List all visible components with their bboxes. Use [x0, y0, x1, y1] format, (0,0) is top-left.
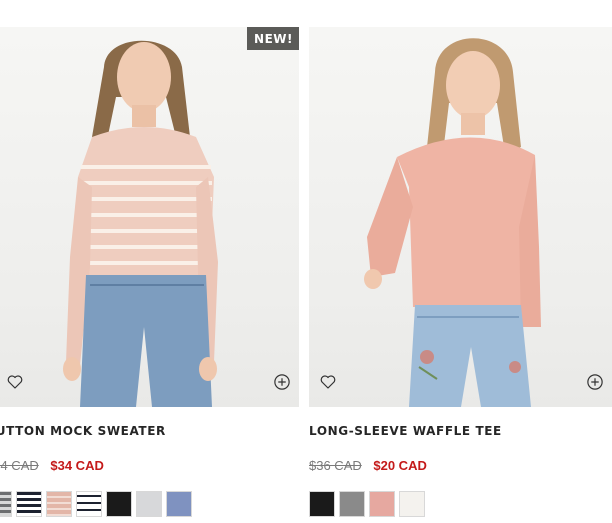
favorite-button[interactable] — [6, 373, 26, 393]
swatch-navy-stripe[interactable] — [16, 491, 42, 517]
original-price: $36 CAD — [309, 458, 362, 473]
sale-price: $34 CAD — [50, 458, 104, 473]
model-photo — [364, 38, 541, 407]
original-price: $64 CAD — [0, 458, 39, 473]
quick-add-button[interactable] — [586, 373, 606, 393]
new-badge: NEW! — [247, 27, 299, 50]
heart-outline-icon — [320, 375, 336, 389]
swatch-black[interactable] — [106, 491, 132, 517]
swatch-light-grey[interactable] — [136, 491, 162, 517]
swatch-black[interactable] — [309, 491, 335, 517]
swatch-cream[interactable] — [399, 491, 425, 517]
color-swatches — [0, 491, 192, 517]
swatch-pink[interactable] — [369, 491, 395, 517]
product-card[interactable]: LONG-SLEEVE WAFFLE TEE $36 CAD $20 CAD — [309, 0, 612, 523]
quick-add-button[interactable] — [273, 373, 293, 393]
price-block: $64 CAD $34 CAD — [0, 458, 104, 473]
product-name[interactable]: BUTTON MOCK SWEATER — [0, 424, 166, 438]
swatch-grey-stripe[interactable] — [0, 491, 12, 517]
plus-circle-icon — [587, 374, 603, 390]
color-swatches — [309, 491, 425, 517]
product-card[interactable]: NEW! BUTTON MOCK SWEATER $64 CAD $34 CAD — [0, 0, 299, 523]
product-image[interactable] — [309, 27, 612, 407]
sale-price: $20 CAD — [373, 458, 427, 473]
plus-circle-icon — [274, 374, 290, 390]
swatch-white-navy-stripe[interactable] — [76, 491, 102, 517]
swatch-blue[interactable] — [166, 491, 192, 517]
product-image[interactable]: NEW! — [0, 27, 299, 407]
heart-outline-icon — [7, 375, 23, 389]
price-block: $36 CAD $20 CAD — [309, 458, 427, 473]
swatch-grey[interactable] — [339, 491, 365, 517]
swatch-pink-stripe[interactable] — [46, 491, 72, 517]
product-name[interactable]: LONG-SLEEVE WAFFLE TEE — [309, 424, 502, 438]
favorite-button[interactable] — [319, 373, 339, 393]
model-photo — [63, 40, 218, 407]
